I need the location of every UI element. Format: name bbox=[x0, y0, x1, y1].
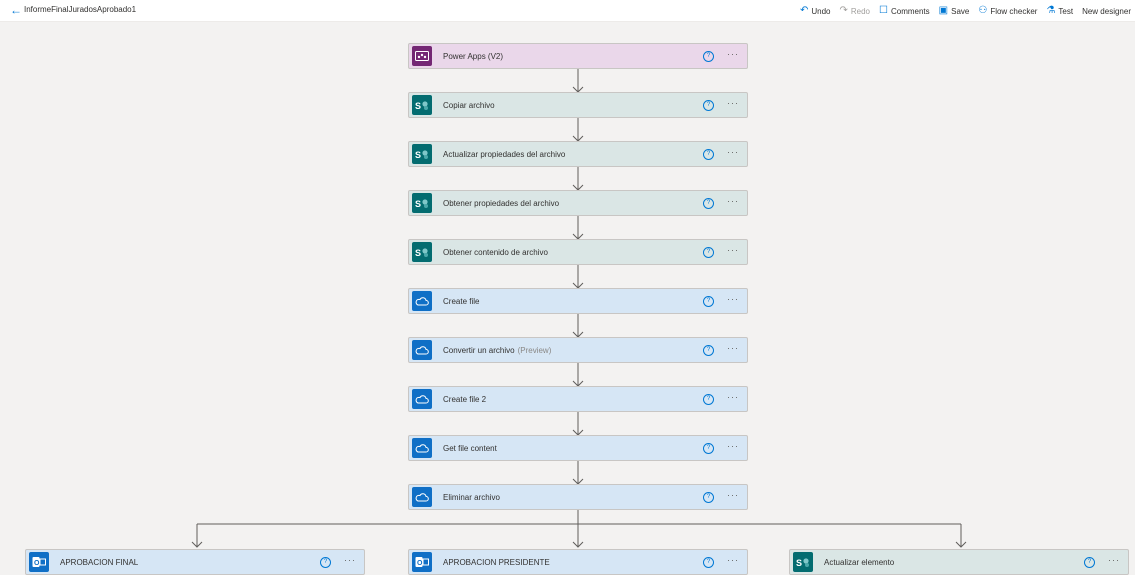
action-card-title: Obtener propiedades del archivo bbox=[443, 199, 559, 208]
onedrive-icon bbox=[412, 487, 432, 507]
help-icon[interactable]: ? bbox=[703, 247, 714, 258]
more-options-icon[interactable]: ··· bbox=[727, 555, 739, 565]
action-card-obtener-contenido-de-archivo[interactable]: S Obtener contenido de archivo? ··· bbox=[408, 239, 748, 265]
sharepoint-icon: S bbox=[412, 95, 432, 115]
preview-tag: (Preview) bbox=[517, 345, 552, 355]
action-card-label: Power Apps (V2) bbox=[443, 51, 504, 61]
help-icon[interactable]: ? bbox=[703, 557, 714, 568]
more-options-icon[interactable]: ··· bbox=[727, 245, 739, 255]
more-options-icon[interactable]: ··· bbox=[727, 490, 739, 500]
svg-text:S: S bbox=[796, 558, 802, 568]
svg-text:S: S bbox=[415, 199, 421, 209]
action-card-label: Actualizar elemento bbox=[824, 557, 895, 567]
help-icon[interactable]: ? bbox=[703, 51, 714, 62]
action-card-actualizar-propiedades-del-archivo[interactable]: S Actualizar propiedades del archivo? ··· bbox=[408, 141, 748, 167]
help-icon[interactable]: ? bbox=[703, 296, 714, 307]
action-card-label: Create file bbox=[443, 296, 480, 306]
more-options-icon[interactable]: ··· bbox=[727, 196, 739, 206]
help-icon[interactable]: ? bbox=[703, 198, 714, 209]
action-card-aprobacion-final[interactable]: O APROBACION FINAL? ··· bbox=[25, 549, 365, 575]
help-icon[interactable]: ? bbox=[703, 394, 714, 405]
action-card-title: Actualizar elemento bbox=[824, 558, 894, 567]
action-card-get-file-content[interactable]: Get file content? ··· bbox=[408, 435, 748, 461]
sharepoint-icon: S bbox=[412, 144, 432, 164]
action-card-title: Power Apps (V2) bbox=[443, 52, 503, 61]
help-icon[interactable]: ? bbox=[703, 149, 714, 160]
sharepoint-icon: S bbox=[412, 193, 432, 213]
sharepoint-icon: S bbox=[412, 242, 432, 262]
action-card-title: Obtener contenido de archivo bbox=[443, 248, 548, 257]
svg-text:S: S bbox=[415, 150, 421, 160]
more-options-icon[interactable]: ··· bbox=[727, 98, 739, 108]
action-card-power-apps-v2[interactable]: Power Apps (V2)? ··· bbox=[408, 43, 748, 69]
action-card-eliminar-archivo[interactable]: Eliminar archivo? ··· bbox=[408, 484, 748, 510]
svg-text:O: O bbox=[34, 560, 40, 567]
outlook-icon: O bbox=[412, 552, 432, 572]
more-options-icon[interactable]: ··· bbox=[727, 441, 739, 451]
more-options-icon[interactable]: ··· bbox=[727, 294, 739, 304]
help-icon[interactable]: ? bbox=[320, 557, 331, 568]
svg-text:S: S bbox=[415, 248, 421, 258]
help-icon[interactable]: ? bbox=[703, 492, 714, 503]
action-card-label: Obtener propiedades del archivo bbox=[443, 198, 560, 208]
more-options-icon[interactable]: ··· bbox=[1108, 555, 1120, 565]
help-icon[interactable]: ? bbox=[703, 345, 714, 356]
action-card-aprobacion-presidente[interactable]: O APROBACION PRESIDENTE? ··· bbox=[408, 549, 748, 575]
action-card-label: Eliminar archivo bbox=[443, 492, 500, 502]
action-card-label: Actualizar propiedades del archivo bbox=[443, 149, 566, 159]
sharepoint-icon: S bbox=[793, 552, 813, 572]
more-options-icon[interactable]: ··· bbox=[344, 555, 356, 565]
svg-text:O: O bbox=[417, 560, 423, 567]
onedrive-icon bbox=[412, 438, 432, 458]
svg-text:S: S bbox=[415, 101, 421, 111]
action-card-convertir-un-archivo[interactable]: Convertir un archivo (Preview)? ··· bbox=[408, 337, 748, 363]
action-card-label: APROBACION PRESIDENTE bbox=[443, 557, 550, 567]
action-card-label: APROBACION FINAL bbox=[60, 557, 139, 567]
action-card-title: Eliminar archivo bbox=[443, 493, 500, 502]
action-card-label: Copiar archivo bbox=[443, 100, 495, 110]
power-apps-icon bbox=[412, 46, 432, 66]
more-options-icon[interactable]: ··· bbox=[727, 147, 739, 157]
action-card-copiar-archivo[interactable]: S Copiar archivo? ··· bbox=[408, 92, 748, 118]
action-card-actualizar-elemento[interactable]: S Actualizar elemento? ··· bbox=[789, 549, 1129, 575]
action-card-label: Obtener contenido de archivo bbox=[443, 247, 548, 257]
onedrive-icon bbox=[412, 340, 432, 360]
action-card-title: Actualizar propiedades del archivo bbox=[443, 150, 565, 159]
action-card-title: APROBACION FINAL bbox=[60, 558, 138, 567]
action-card-obtener-propiedades-del-archivo[interactable]: S Obtener propiedades del archivo? ··· bbox=[408, 190, 748, 216]
help-icon[interactable]: ? bbox=[703, 100, 714, 111]
action-card-title: Copiar archivo bbox=[443, 101, 495, 110]
action-card-title: Create file 2 bbox=[443, 395, 486, 404]
action-card-label: Convertir un archivo bbox=[443, 345, 515, 355]
action-card-create-file[interactable]: Create file? ··· bbox=[408, 288, 748, 314]
action-card-create-file-2[interactable]: Create file 2? ··· bbox=[408, 386, 748, 412]
action-card-label: Get file content bbox=[443, 443, 497, 453]
action-card-label: Create file 2 bbox=[443, 394, 487, 404]
action-card-title: APROBACION PRESIDENTE bbox=[443, 558, 550, 567]
action-card-title: Create file bbox=[443, 297, 479, 306]
action-card-title: Convertir un archivo (Preview) bbox=[443, 346, 551, 355]
action-card-title: Get file content bbox=[443, 444, 497, 453]
onedrive-icon bbox=[412, 291, 432, 311]
onedrive-icon bbox=[412, 389, 432, 409]
more-options-icon[interactable]: ··· bbox=[727, 343, 739, 353]
help-icon[interactable]: ? bbox=[703, 443, 714, 454]
more-options-icon[interactable]: ··· bbox=[727, 49, 739, 59]
more-options-icon[interactable]: ··· bbox=[727, 392, 739, 402]
outlook-icon: O bbox=[29, 552, 49, 572]
help-icon[interactable]: ? bbox=[1084, 557, 1095, 568]
